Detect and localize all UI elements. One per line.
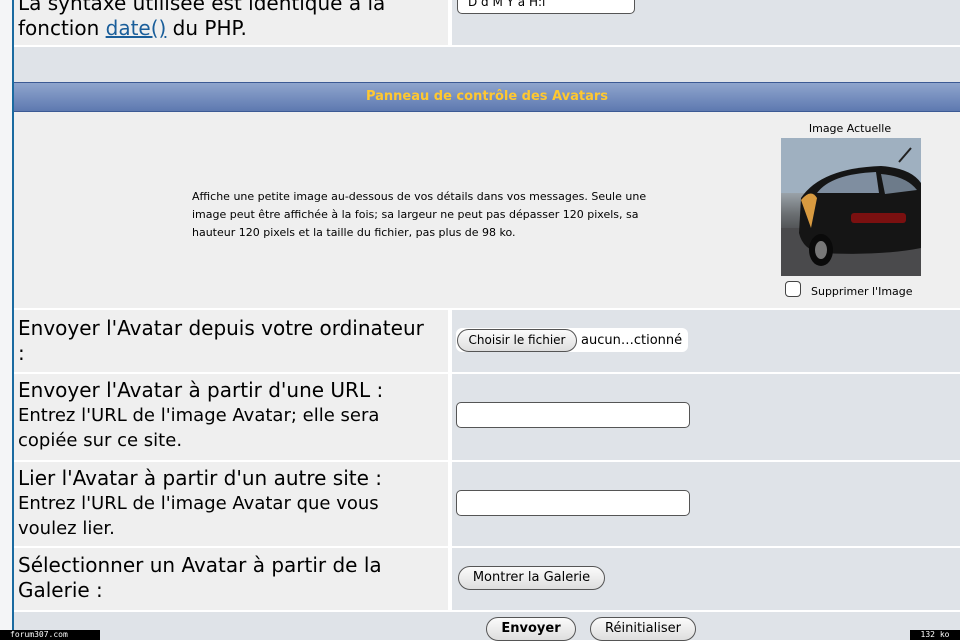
link-avatar-row: Lier l'Avatar à partir d'un autre site :… bbox=[14, 462, 960, 546]
submit-button[interactable]: Envoyer bbox=[486, 617, 576, 641]
gallery-avatar-row: Sélectionner un Avatar à partir de la Ga… bbox=[14, 548, 960, 610]
current-avatar-image bbox=[781, 138, 921, 276]
choose-file-button[interactable]: Choisir le fichier bbox=[457, 329, 577, 352]
show-gallery-button[interactable]: Montrer la Galerie bbox=[458, 566, 605, 590]
upload-avatar-label: Envoyer l'Avatar depuis votre ordinateur… bbox=[18, 316, 424, 365]
car-photo-icon bbox=[781, 138, 921, 276]
gallery-avatar-label: Sélectionner un Avatar à partir de la Ga… bbox=[18, 553, 382, 602]
status-bar-right: 132 ko bbox=[910, 630, 960, 640]
url-avatar-row: Envoyer l'Avatar à partir d'une URL : En… bbox=[14, 374, 960, 460]
date-format-help: La syntaxe utilisée est identique à la f… bbox=[18, 0, 386, 40]
avatar-description: Affiche une petite image au-dessous de v… bbox=[192, 190, 647, 239]
avatar-link-input[interactable] bbox=[456, 490, 690, 516]
url-avatar-label: Envoyer l'Avatar à partir d'une URL : En… bbox=[18, 378, 384, 451]
current-image-label: Image Actuelle bbox=[808, 122, 892, 135]
avatar-panel-header: Panneau de contrôle des Avatars bbox=[14, 82, 960, 112]
avatar-url-input[interactable] bbox=[456, 402, 690, 428]
link-avatar-label: Lier l'Avatar à partir d'un autre site :… bbox=[18, 466, 383, 539]
date-format-row: La syntaxe utilisée est identique à la f… bbox=[14, 0, 960, 45]
delete-image-checkbox[interactable] bbox=[785, 281, 801, 297]
avatar-panel-body: Affiche une petite image au-dessous de v… bbox=[14, 112, 960, 308]
file-status: aucun…ctionné bbox=[581, 333, 683, 348]
form-actions: Envoyer Réinitialiser bbox=[14, 612, 960, 641]
status-bar-left: forum307.com bbox=[0, 630, 100, 640]
php-date-link[interactable]: date() bbox=[106, 16, 167, 40]
avatar-panel-title: Panneau de contrôle des Avatars bbox=[365, 89, 609, 104]
reset-button[interactable]: Réinitialiser bbox=[590, 617, 696, 641]
date-format-input[interactable]: D d M Y à H:i bbox=[457, 0, 635, 14]
upload-avatar-row: Envoyer l'Avatar depuis votre ordinateur… bbox=[14, 310, 960, 372]
spacer-row bbox=[14, 47, 960, 82]
delete-image-label: Supprimer l'Image bbox=[811, 285, 913, 298]
left-border bbox=[0, 0, 14, 640]
